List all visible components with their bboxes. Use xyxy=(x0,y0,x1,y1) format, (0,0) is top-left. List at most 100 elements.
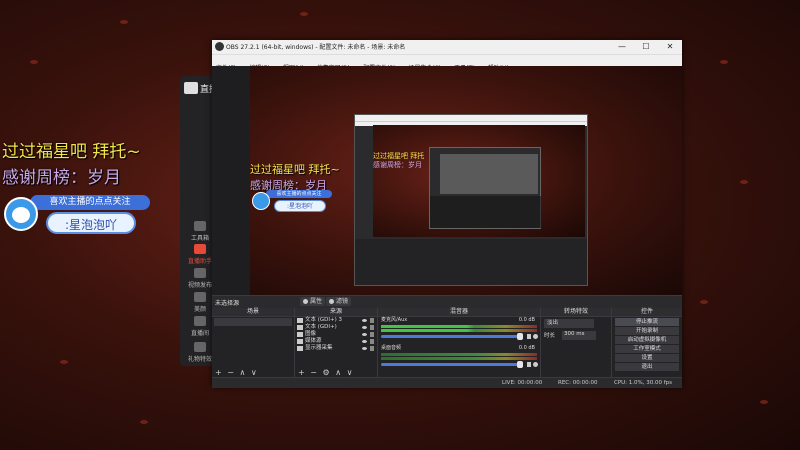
maximize-button[interactable]: ☐ xyxy=(634,40,658,54)
remove-scene-button[interactable]: − xyxy=(227,368,234,377)
start-virtual-camera-button[interactable]: 启动虚拟摄像机 xyxy=(615,336,679,344)
preview-follow-card: 喜欢主播的点点关注 :星泡泡吖 xyxy=(252,190,334,214)
sources-footer: + − ⚙ ∧ ∨ xyxy=(295,368,377,377)
scenes-dock: 场景 + − ∧ ∨ xyxy=(212,308,295,377)
sources-header: 来源 xyxy=(295,308,377,317)
text-icon xyxy=(297,325,303,330)
remove-source-button[interactable]: − xyxy=(310,368,317,377)
volume-meter xyxy=(381,329,537,332)
visibility-eye-icon[interactable] xyxy=(362,340,367,343)
beauty-icon xyxy=(194,292,206,302)
follow-card: 喜欢主播的点点关注 :星泡泡吖 xyxy=(4,195,154,241)
overlay-thanks-text: 感谢周榜：岁月 xyxy=(2,168,121,188)
properties-button[interactable]: 属性 xyxy=(300,297,326,306)
gear-icon[interactable] xyxy=(533,362,538,367)
filters-button[interactable]: 滤镜 xyxy=(326,297,352,306)
rec-time: REC: 00:00:00 xyxy=(558,380,598,386)
settings-button[interactable]: 设置 xyxy=(615,354,679,362)
move-down-button[interactable]: ∨ xyxy=(251,368,257,377)
filter-icon xyxy=(329,299,334,304)
source-item[interactable]: 媒体源 xyxy=(295,338,377,345)
mixer-header: 混音器 xyxy=(378,308,540,317)
preview-canvas[interactable]: 过过福星吧 拜托~ 感谢周榜：岁月 喜欢主播的点点关注 :星泡泡吖 过过福星吧 … xyxy=(250,66,682,295)
source-item[interactable]: 文本 (GDI+) 3 xyxy=(295,317,377,324)
move-up-button[interactable]: ∧ xyxy=(240,368,246,377)
visibility-eye-icon[interactable] xyxy=(362,319,367,322)
image-icon xyxy=(297,332,303,337)
nested-thanks-text: 感谢周榜：岁月 xyxy=(373,161,422,169)
doraemon-avatar-icon xyxy=(4,197,38,231)
lock-icon[interactable] xyxy=(370,325,374,330)
gear-icon xyxy=(303,299,308,304)
source-item[interactable]: 图像 xyxy=(295,331,377,338)
volume-meter xyxy=(381,353,537,356)
overlay-title-text: 过过福星吧 拜托~ xyxy=(2,142,141,162)
source-toolbar: 未选择源 属性 滤镜 xyxy=(212,295,682,308)
speaker-icon[interactable] xyxy=(527,362,531,367)
lock-icon[interactable] xyxy=(370,346,374,351)
source-item[interactable]: 显示器采集 xyxy=(295,345,377,352)
room-icon xyxy=(194,316,206,326)
channel-name: 桌面音频 xyxy=(381,345,402,351)
mixer-channel: 麦克风/Aux 0.0 dB xyxy=(378,317,540,345)
text-icon xyxy=(297,318,303,323)
nested-inner-docks xyxy=(430,196,541,228)
scene-item[interactable] xyxy=(214,318,292,326)
live-icon xyxy=(194,244,206,254)
preview-title-text: 过过福星吧 拜托~ xyxy=(250,163,340,176)
gear-icon[interactable] xyxy=(533,334,538,339)
preview-follow-id: :星泡泡吖 xyxy=(274,200,326,212)
scenes-header: 场景 xyxy=(212,308,294,317)
volume-slider[interactable] xyxy=(381,361,523,368)
close-button[interactable]: ✕ xyxy=(658,40,682,54)
cpu-fps: CPU: 1.0%, 30.00 fps xyxy=(614,380,673,386)
nested-nested-preview xyxy=(429,147,541,229)
source-settings-button[interactable]: ⚙ xyxy=(323,368,330,377)
window-title: OBS 27.2.1 (64-bit, windows) - 配置文件: 未命名… xyxy=(226,44,406,51)
transition-select[interactable]: 淡出 xyxy=(544,319,594,328)
volume-slider[interactable] xyxy=(381,333,523,340)
visibility-eye-icon[interactable] xyxy=(362,333,367,336)
media-icon xyxy=(297,339,303,344)
preview-follow-prompt: 喜欢主播的点点关注 xyxy=(266,190,332,198)
scenes-footer: + − ∧ ∨ xyxy=(212,368,294,377)
transitions-header: 转场特效 xyxy=(541,308,611,317)
channel-db: 0.0 dB xyxy=(518,317,535,323)
monitor-icon xyxy=(297,346,303,351)
stop-streaming-button[interactable]: 停止推流 xyxy=(615,318,679,326)
duration-input[interactable]: 300 ms xyxy=(562,331,596,340)
source-item[interactable]: 文本 (GDI+) xyxy=(295,324,377,331)
add-scene-button[interactable]: + xyxy=(215,368,222,377)
nested-obs-preview: 过过福星吧 拜托 感谢周榜：岁月 xyxy=(354,114,588,286)
start-recording-button[interactable]: 开始录制 xyxy=(615,327,679,335)
add-source-button[interactable]: + xyxy=(298,368,305,377)
follow-id: :星泡泡吖 xyxy=(46,212,136,234)
toolbox-icon xyxy=(194,221,206,231)
app-logo-icon xyxy=(184,82,198,94)
transition-type-row: 淡出 xyxy=(544,319,608,329)
lock-icon[interactable] xyxy=(370,318,374,323)
visibility-eye-icon[interactable] xyxy=(362,326,367,329)
move-down-button[interactable]: ∨ xyxy=(347,368,353,377)
controls-dock: 控件 停止推流 开始录制 启动虚拟摄像机 工作室模式 设置 退出 xyxy=(612,308,682,377)
video-icon xyxy=(194,268,206,278)
move-up-button[interactable]: ∧ xyxy=(335,368,341,377)
gift-icon xyxy=(194,342,206,352)
lock-icon[interactable] xyxy=(370,332,374,337)
volume-meter xyxy=(381,325,537,328)
channel-name: 麦克风/Aux xyxy=(381,317,408,323)
preview-avatar-icon xyxy=(252,192,270,210)
nested-inner-canvas xyxy=(440,154,538,194)
studio-mode-button[interactable]: 工作室模式 xyxy=(615,345,679,353)
minimize-button[interactable]: — xyxy=(610,40,634,54)
transition-duration-row: 时长 300 ms xyxy=(544,331,608,341)
exit-button[interactable]: 退出 xyxy=(615,363,679,371)
mixer-channel: 桌面音频 0.0 dB xyxy=(378,345,540,373)
visibility-eye-icon[interactable] xyxy=(362,347,367,350)
live-time: LIVE: 00:00:00 xyxy=(502,380,543,386)
lock-icon[interactable] xyxy=(370,339,374,344)
preview-left-strip xyxy=(212,66,250,295)
speaker-icon[interactable] xyxy=(527,334,531,339)
channel-db: 0.0 dB xyxy=(518,345,535,351)
nested-preview-canvas: 过过福星吧 拜托 感谢周榜：岁月 xyxy=(373,125,585,237)
